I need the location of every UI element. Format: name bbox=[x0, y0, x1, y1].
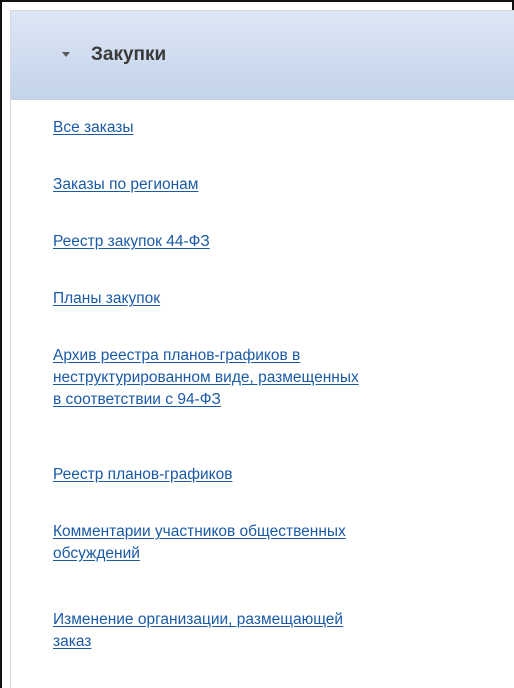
link-orders-by-region[interactable]: Заказы по регионам bbox=[53, 174, 198, 196]
list-item: Заказы по регионам bbox=[53, 174, 198, 196]
link-text: Планы закупок bbox=[53, 290, 161, 307]
link-text: в соответствии с 94-ФЗ bbox=[53, 391, 221, 408]
list-item: Планы закупок bbox=[53, 288, 160, 310]
link-all-orders[interactable]: Все заказы bbox=[53, 117, 134, 139]
list-item: Архив реестра планов-графиков в неструкт… bbox=[53, 345, 359, 411]
list-item: Комментарии участников общественных обсу… bbox=[53, 521, 346, 565]
panel-title: Закупки bbox=[91, 44, 167, 65]
link-change-placing-organization[interactable]: Изменение организации, размещающей заказ bbox=[53, 609, 343, 653]
link-text: Изменение организации, размещающей bbox=[53, 611, 344, 628]
link-purchase-plans[interactable]: Планы закупок bbox=[53, 288, 160, 310]
list-item: Реестр закупок 44-ФЗ bbox=[53, 231, 210, 253]
link-text: Реестр закупок 44-ФЗ bbox=[53, 233, 210, 250]
list-item: Изменение организации, размещающей заказ bbox=[53, 609, 343, 653]
link-schedule-plans-registry[interactable]: Реестр планов-графиков bbox=[53, 464, 232, 486]
link-text: обсуждений bbox=[53, 545, 140, 562]
panel-header-purchases[interactable]: Закупки bbox=[11, 11, 514, 100]
link-schedule-plans-archive-94fz[interactable]: Архив реестра планов-графиков в неструкт… bbox=[53, 345, 359, 411]
link-text: Все заказы bbox=[53, 119, 134, 136]
link-text: Реестр планов-графиков bbox=[53, 466, 233, 483]
chevron-down-icon[interactable] bbox=[62, 52, 70, 57]
list-item: Все заказы bbox=[53, 117, 134, 139]
link-purchase-registry-44fz[interactable]: Реестр закупок 44-ФЗ bbox=[53, 231, 210, 253]
link-text: заказ bbox=[53, 633, 92, 650]
link-text: неструктурированном виде, размещенных bbox=[53, 369, 359, 386]
list-item: Реестр планов-графиков bbox=[53, 464, 232, 486]
link-text: Архив реестра планов-графиков в bbox=[53, 347, 301, 364]
link-text: Заказы по регионам bbox=[53, 176, 199, 193]
link-public-discussion-comments[interactable]: Комментарии участников общественных обсу… bbox=[53, 521, 346, 565]
link-text: Комментарии участников общественных bbox=[53, 523, 346, 540]
